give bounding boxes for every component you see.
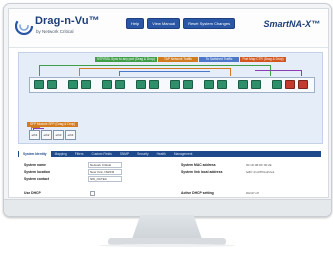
app-logo-subtitle: by Network Critical xyxy=(36,29,74,34)
system-contact-input[interactable]: NW_NCTEC xyxy=(88,176,122,182)
port-diagram: NTP/SSL Sync to any port (Drag & Drop) T… xyxy=(18,52,323,144)
link-local-label: System link local address xyxy=(181,170,223,174)
legend-switched-traffic[interactable]: To Switched Traffic xyxy=(199,57,239,62)
port-5[interactable] xyxy=(102,80,112,89)
system-identity-form: System name Network Critical System loca… xyxy=(18,158,321,197)
system-location-input[interactable]: New York, NW/FR xyxy=(88,169,122,175)
dhcp-status-label: Active DHCP setting xyxy=(181,191,214,195)
submodule-port-4[interactable]: eth4 xyxy=(65,130,76,140)
port-8[interactable] xyxy=(149,80,159,89)
port-11[interactable] xyxy=(204,80,214,89)
wire-blue xyxy=(119,71,210,76)
help-button[interactable]: Help xyxy=(126,18,145,29)
view-manual-button[interactable]: View Manual xyxy=(147,18,181,29)
reset-system-button[interactable]: Reset System Changes xyxy=(183,18,236,29)
port-1[interactable] xyxy=(34,80,44,89)
tab-management[interactable]: Management xyxy=(170,151,197,157)
tab-security[interactable]: Security xyxy=(133,151,153,157)
port-10[interactable] xyxy=(183,80,193,89)
brand-name: SmartNA-X™ xyxy=(263,19,320,29)
wire-purple xyxy=(255,70,302,76)
port-3[interactable] xyxy=(68,80,78,89)
monitor-frame: Drag-n-Vu™ by Network Critical Help View… xyxy=(3,3,332,217)
logo-swirl-icon xyxy=(15,17,33,35)
monitor-shadow xyxy=(98,244,236,247)
app-header: Drag-n-Vu™ by Network Critical Help View… xyxy=(9,9,328,48)
port-12[interactable] xyxy=(217,80,227,89)
port-6[interactable] xyxy=(115,80,125,89)
port-row xyxy=(29,77,315,93)
port-14[interactable] xyxy=(251,80,261,89)
port-7[interactable] xyxy=(136,80,146,89)
legend-tap-traffic[interactable]: TAP Network Traffic xyxy=(158,57,198,62)
submodule-port-3[interactable]: eth3 xyxy=(53,130,64,140)
monitor-chin xyxy=(4,199,331,216)
system-name-input[interactable]: Network Critical xyxy=(88,162,122,168)
dhcp-status-value: DHCP off xyxy=(246,191,259,195)
mac-address-value: 00:1D:08:DF:00:2E xyxy=(246,163,272,167)
system-contact-label: System contact xyxy=(24,177,50,181)
header-nav: Help View Manual Reset System Changes xyxy=(126,18,236,29)
app-screen: Drag-n-Vu™ by Network Critical Help View… xyxy=(8,8,329,198)
port-2[interactable] xyxy=(47,80,57,89)
settings-tabs: System Identity Mapping Filters Custom F… xyxy=(18,151,321,157)
dhcp-checkbox[interactable] xyxy=(90,191,95,196)
tab-snmp[interactable]: SNMP xyxy=(116,151,133,157)
monitor-stand xyxy=(132,215,202,239)
tab-health[interactable]: Health xyxy=(153,151,170,157)
port-13[interactable] xyxy=(238,80,248,89)
legend-port-map[interactable]: Port Map CTR (Drag & Drop) xyxy=(240,57,286,62)
tab-filters[interactable]: Filters xyxy=(71,151,88,157)
submodule-port-2[interactable]: eth2 xyxy=(41,130,52,140)
app-logo-title: Drag-n-Vu™ xyxy=(35,15,100,27)
port-17[interactable] xyxy=(298,80,308,89)
port-9[interactable] xyxy=(170,80,180,89)
tab-custom-fields[interactable]: Custom Fields xyxy=(87,151,115,157)
legend-ntp-sync[interactable]: NTP/SSL Sync to any port (Drag & Drop) xyxy=(95,57,157,62)
link-local-value: fe80::21d:8ff:fedf:2e4 xyxy=(246,170,275,174)
system-name-label: System name xyxy=(24,163,46,167)
port-4[interactable] xyxy=(81,80,91,89)
system-location-label: System location xyxy=(24,170,51,174)
mac-address-label: System MAC address xyxy=(181,163,216,167)
tab-system-identity[interactable]: System Identity xyxy=(18,151,51,157)
dhcp-label: Use DHCP xyxy=(24,191,41,195)
tab-mapping[interactable]: Mapping xyxy=(51,151,71,157)
port-16[interactable] xyxy=(285,80,295,89)
submodule-port-1[interactable]: eth1 xyxy=(29,130,40,140)
port-15[interactable] xyxy=(272,80,282,89)
